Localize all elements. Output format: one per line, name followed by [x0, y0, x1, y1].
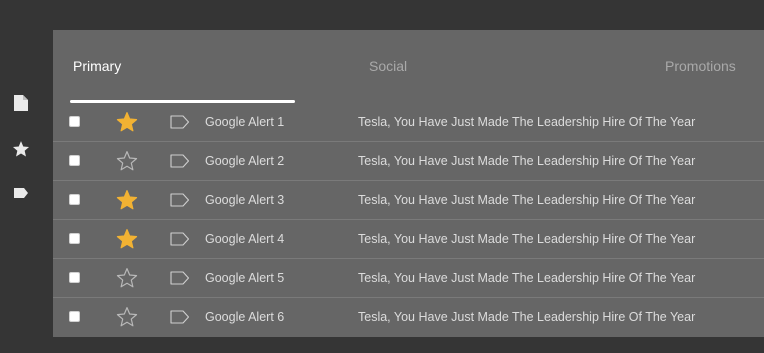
star-outline-icon[interactable]: [116, 267, 138, 289]
email-sender: Google Alert 4: [205, 232, 285, 246]
email-subject: Tesla, You Have Just Made The Leadership…: [358, 193, 696, 207]
select-checkbox[interactable]: [69, 233, 80, 244]
select-checkbox[interactable]: [69, 272, 80, 283]
inbox-panel: Primary Social Promotions Google Alert 1…: [53, 30, 764, 337]
label-outline-icon[interactable]: [170, 271, 190, 285]
email-sender: Google Alert 3: [205, 193, 285, 207]
label-outline-icon[interactable]: [170, 154, 190, 168]
file-icon[interactable]: [12, 94, 30, 112]
star-filled-icon[interactable]: [116, 228, 138, 250]
star-icon[interactable]: [12, 140, 30, 158]
label-outline-icon[interactable]: [170, 193, 190, 207]
email-subject: Tesla, You Have Just Made The Leadership…: [358, 154, 696, 168]
label-outline-icon[interactable]: [170, 115, 190, 129]
label-icon[interactable]: [12, 184, 30, 202]
sidebar-rail: [0, 0, 53, 353]
email-sender: Google Alert 6: [205, 310, 285, 324]
star-filled-icon[interactable]: [116, 189, 138, 211]
email-subject: Tesla, You Have Just Made The Leadership…: [358, 232, 696, 246]
email-row[interactable]: Google Alert 6 Tesla, You Have Just Made …: [53, 298, 764, 337]
email-sender: Google Alert 5: [205, 271, 285, 285]
email-list: Google Alert 1 Tesla, You Have Just Made …: [53, 103, 764, 337]
select-checkbox[interactable]: [69, 311, 80, 322]
tab-social[interactable]: Social: [369, 58, 407, 74]
email-sender: Google Alert 2: [205, 154, 285, 168]
select-checkbox[interactable]: [69, 116, 80, 127]
email-subject: Tesla, You Have Just Made The Leadership…: [358, 271, 696, 285]
label-outline-icon[interactable]: [170, 310, 190, 324]
star-outline-icon[interactable]: [116, 306, 138, 328]
email-row[interactable]: Google Alert 5 Tesla, You Have Just Made …: [53, 259, 764, 298]
tab-primary[interactable]: Primary: [73, 58, 121, 74]
email-row[interactable]: Google Alert 1 Tesla, You Have Just Made …: [53, 103, 764, 142]
tab-promotions[interactable]: Promotions: [665, 58, 736, 74]
star-outline-icon[interactable]: [116, 150, 138, 172]
category-tabs: Primary Social Promotions: [53, 30, 764, 103]
email-subject: Tesla, You Have Just Made The Leadership…: [358, 310, 696, 324]
select-checkbox[interactable]: [69, 194, 80, 205]
star-filled-icon[interactable]: [116, 111, 138, 133]
email-row[interactable]: Google Alert 4 Tesla, You Have Just Made …: [53, 220, 764, 259]
email-sender: Google Alert 1: [205, 115, 285, 129]
email-row[interactable]: Google Alert 2 Tesla, You Have Just Made …: [53, 142, 764, 181]
label-outline-icon[interactable]: [170, 232, 190, 246]
select-checkbox[interactable]: [69, 155, 80, 166]
email-row[interactable]: Google Alert 3 Tesla, You Have Just Made …: [53, 181, 764, 220]
email-subject: Tesla, You Have Just Made The Leadership…: [358, 115, 696, 129]
